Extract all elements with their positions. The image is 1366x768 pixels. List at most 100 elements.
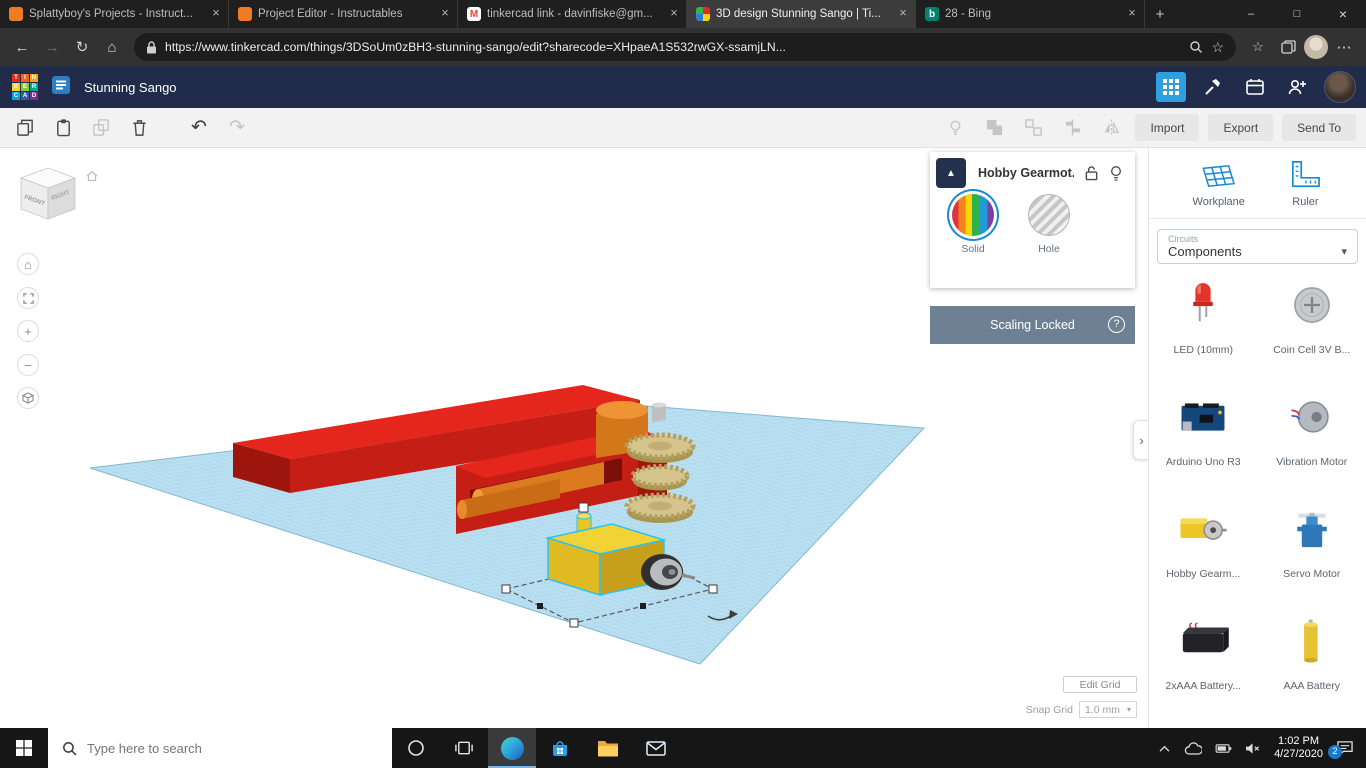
window-close-button[interactable]: ×	[1320, 0, 1366, 28]
scaling-locked-label: Scaling Locked	[990, 318, 1075, 332]
start-button[interactable]	[0, 728, 48, 768]
task-view-button[interactable]	[440, 728, 488, 768]
browser-tab-active[interactable]: 3D design Stunning Sango | Ti... ×	[687, 0, 916, 28]
hide-lightbulb-icon[interactable]	[1109, 165, 1123, 182]
tab-close-icon[interactable]: ×	[895, 6, 911, 22]
component-coin-cell[interactable]: Coin Cell 3V B...	[1258, 266, 1366, 378]
solid-color-circle[interactable]	[952, 194, 994, 236]
component-led[interactable]: LED (10mm)	[1149, 266, 1258, 378]
import-button[interactable]: Import	[1135, 114, 1200, 141]
design-properties-icon[interactable]	[52, 75, 70, 99]
gear-stack-shape[interactable]	[624, 432, 696, 523]
gmail-favicon: M	[467, 7, 481, 21]
zoom-out-button[interactable]: −	[17, 354, 39, 376]
export-button[interactable]: Export	[1208, 114, 1274, 141]
back-button[interactable]: ←	[8, 33, 36, 61]
cortana-button[interactable]	[392, 728, 440, 768]
component-vibration-motor[interactable]: Vibration Motor	[1258, 378, 1366, 490]
zoom-icon[interactable]	[1189, 40, 1203, 54]
inspector-collapse-button[interactable]: ▲	[936, 158, 966, 188]
taskbar-clock[interactable]: 1:02 PM 4/27/2020	[1274, 735, 1323, 761]
tab-close-icon[interactable]: ×	[208, 6, 224, 22]
delete-icon[interactable]	[124, 113, 154, 143]
url-field[interactable]: https://www.tinkercad.com/things/3DSoUm0…	[134, 33, 1236, 61]
calendar-icon[interactable]	[1240, 72, 1270, 102]
browser-menu-icon[interactable]: ⋯	[1330, 33, 1358, 61]
favorites-star-icon[interactable]: ☆	[1211, 39, 1224, 56]
undo-icon[interactable]: ↶	[184, 113, 214, 143]
workplane-tool[interactable]: Workplane	[1193, 160, 1245, 208]
3d-viewport[interactable]: FRONT RIGHT ⌂ + − ▲ Hobby Gearmot... Sol…	[0, 148, 1366, 728]
paste-icon[interactable]	[48, 113, 78, 143]
redo-icon[interactable]: ↷	[222, 113, 252, 143]
favorites-hub-icon[interactable]: ☆	[1244, 33, 1272, 61]
taskbar-search[interactable]	[48, 728, 392, 768]
tray-expand-icon[interactable]	[1158, 744, 1171, 753]
browser-home-button[interactable]: ⌂	[98, 33, 126, 61]
duplicate-icon[interactable]	[86, 113, 116, 143]
browser-tab[interactable]: Project Editor - Instructables ×	[229, 0, 458, 28]
sidebar-collapse-tab[interactable]: ›	[1133, 420, 1149, 460]
chevron-down-icon: ▾	[1341, 246, 1347, 258]
edge-taskbar-button[interactable]	[488, 728, 536, 768]
dashboard-grid-icon[interactable]	[1156, 72, 1186, 102]
tab-close-icon[interactable]: ×	[666, 6, 682, 22]
mirror-icon[interactable]	[1096, 113, 1126, 143]
tab-title: 3D design Stunning Sango | Ti...	[716, 8, 881, 20]
fit-view-button[interactable]	[17, 287, 39, 309]
tab-close-icon[interactable]: ×	[1124, 6, 1140, 22]
window-minimize-button[interactable]: –	[1228, 0, 1274, 28]
group-icon[interactable]	[979, 113, 1009, 143]
battery-icon[interactable]	[1215, 743, 1232, 754]
tinkercad-logo[interactable]: T I N K E R C A D	[12, 74, 38, 100]
snap-grid-dropdown[interactable]: 1.0 mm ▾	[1079, 701, 1137, 718]
volume-muted-icon[interactable]	[1245, 742, 1261, 755]
browser-profile-avatar[interactable]	[1304, 35, 1328, 59]
new-tab-button[interactable]: +	[1145, 0, 1175, 28]
component-servo-motor[interactable]: Servo Motor	[1258, 490, 1366, 602]
collections-icon[interactable]	[1274, 33, 1302, 61]
ungroup-icon[interactable]	[1018, 113, 1048, 143]
component-aaa-battery[interactable]: AAA Battery	[1258, 602, 1366, 714]
design-title[interactable]: Stunning Sango	[84, 80, 177, 95]
copy-icon[interactable]	[10, 113, 40, 143]
search-input[interactable]	[87, 740, 347, 756]
viewcube-home-icon[interactable]	[86, 170, 98, 182]
send-to-button[interactable]: Send To	[1282, 114, 1356, 141]
user-avatar[interactable]	[1324, 71, 1356, 103]
component-category-dropdown[interactable]: Circuits Components ▾	[1157, 229, 1358, 264]
hole-swatch[interactable]: Hole	[1028, 194, 1070, 255]
lock-icon	[147, 40, 156, 53]
perspective-toggle-button[interactable]	[17, 387, 39, 409]
solid-swatch[interactable]: Solid	[952, 194, 994, 255]
store-taskbar-button[interactable]	[536, 728, 584, 768]
coin-cell-icon	[1293, 287, 1330, 323]
invite-user-icon[interactable]	[1282, 72, 1312, 102]
component-2xaaa-battery[interactable]: 2xAAA Battery...	[1149, 602, 1258, 714]
hole-pattern-circle[interactable]	[1028, 194, 1070, 236]
window-maximize-button[interactable]: □	[1274, 0, 1320, 28]
tinker-tools-icon[interactable]	[1198, 72, 1228, 102]
lock-icon[interactable]	[1084, 165, 1099, 181]
onedrive-cloud-icon[interactable]	[1184, 741, 1203, 755]
tab-close-icon[interactable]: ×	[437, 6, 453, 22]
align-icon[interactable]	[1057, 113, 1087, 143]
view-cube[interactable]: FRONT RIGHT	[12, 162, 82, 232]
action-center-button[interactable]: 2	[1328, 740, 1354, 759]
forward-button[interactable]: →	[38, 33, 66, 61]
browser-tab[interactable]: Splattyboy's Projects - Instruct... ×	[0, 0, 229, 28]
show-all-icon[interactable]	[940, 113, 970, 143]
zoom-in-button[interactable]: +	[17, 320, 39, 342]
url-text: https://www.tinkercad.com/things/3DSoUm0…	[165, 40, 786, 54]
help-icon[interactable]: ?	[1108, 316, 1125, 333]
edit-grid-button[interactable]: Edit Grid	[1063, 676, 1137, 693]
component-arduino[interactable]: Arduino Uno R3	[1149, 378, 1258, 490]
ruler-tool[interactable]: Ruler	[1288, 160, 1322, 208]
home-view-button[interactable]: ⌂	[17, 253, 39, 275]
mail-taskbar-button[interactable]	[632, 728, 680, 768]
browser-tab[interactable]: b 28 - Bing ×	[916, 0, 1145, 28]
file-explorer-taskbar-button[interactable]	[584, 728, 632, 768]
component-hobby-gearmotor[interactable]: Hobby Gearm...	[1149, 490, 1258, 602]
refresh-button[interactable]: ↻	[68, 33, 96, 61]
browser-tab[interactable]: M tinkercad link - davinfiske@gm... ×	[458, 0, 687, 28]
